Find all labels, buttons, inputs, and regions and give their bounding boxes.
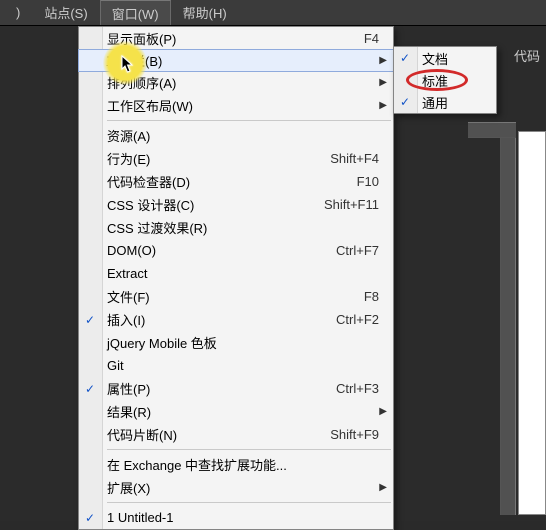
submenu-item-common[interactable]: ✓ 通用 <box>394 91 496 113</box>
menu-item-doc-1[interactable]: ✓ 1 Untitled-1 <box>79 506 393 529</box>
submenu-arrow-icon: ▶ <box>379 482 387 493</box>
shortcut: F4 <box>364 31 379 46</box>
shortcut: Shift+F9 <box>330 427 379 442</box>
menu-item-toolbars[interactable]: 工具栏(B) ▶ <box>78 49 394 72</box>
menu-item-dom[interactable]: DOM(O) Ctrl+F7 <box>79 239 393 262</box>
menu-item-git[interactable]: Git <box>79 354 393 377</box>
shortcut: Ctrl+F3 <box>336 381 379 396</box>
menu-item-css-transitions[interactable]: CSS 过渡效果(R) <box>79 216 393 239</box>
menubar-item-help[interactable]: 帮助(H) <box>171 0 239 25</box>
menu-item-jquery-mobile[interactable]: jQuery Mobile 色板 <box>79 331 393 354</box>
menu-item-assets[interactable]: 资源(A) <box>79 124 393 147</box>
shortcut: Shift+F11 <box>324 197 379 212</box>
submenu-item-document[interactable]: ✓ 文档 <box>394 47 496 69</box>
submenu-arrow-icon: ▶ <box>379 406 387 417</box>
menu-separator <box>107 502 391 503</box>
check-icon: ✓ <box>400 95 410 109</box>
shortcut: Shift+F4 <box>330 151 379 166</box>
menubar-item-window[interactable]: 窗口(W) <box>100 0 171 25</box>
document-canvas[interactable] <box>518 131 546 515</box>
menu-separator <box>107 449 391 450</box>
menu-separator <box>107 120 391 121</box>
menu-item-behaviors[interactable]: 行为(E) Shift+F4 <box>79 147 393 170</box>
ruler-vertical <box>500 138 516 515</box>
menu-item-insert[interactable]: ✓ 插入(I) Ctrl+F2 <box>79 308 393 331</box>
menubar-item-site[interactable]: 站点(S) <box>32 0 99 25</box>
menu-item-arrange[interactable]: 排列顺序(A) ▶ <box>79 71 393 94</box>
submenu-arrow-icon: ▶ <box>379 100 387 111</box>
shortcut: Ctrl+F7 <box>336 243 379 258</box>
ruler-horizontal <box>468 122 516 138</box>
menu-item-code-inspector[interactable]: 代码检查器(D) F10 <box>79 170 393 193</box>
toolbars-submenu: ✓ 文档 标准 ✓ 通用 <box>393 46 497 114</box>
check-icon: ✓ <box>85 511 95 525</box>
submenu-item-standard[interactable]: 标准 <box>394 69 496 91</box>
check-icon: ✓ <box>400 51 410 65</box>
menubar: ) 站点(S) 窗口(W) 帮助(H) <box>0 0 546 26</box>
menu-item-results[interactable]: 结果(R) ▶ <box>79 400 393 423</box>
menu-item-show-panels[interactable]: 显示面板(P) F4 <box>79 27 393 50</box>
shortcut: Ctrl+F2 <box>336 312 379 327</box>
submenu-arrow-icon: ▶ <box>379 55 387 66</box>
panel-tab-label[interactable]: 代码 <box>514 46 540 65</box>
menu-item-exchange[interactable]: 在 Exchange 中查找扩展功能... <box>79 453 393 476</box>
menu-item-properties[interactable]: ✓ 属性(P) Ctrl+F3 <box>79 377 393 400</box>
menubar-item-partial[interactable]: ) <box>4 0 32 25</box>
menu-item-extract[interactable]: Extract <box>79 262 393 285</box>
menu-item-snippets[interactable]: 代码片断(N) Shift+F9 <box>79 423 393 446</box>
menu-item-workspace-layout[interactable]: 工作区布局(W) ▶ <box>79 94 393 117</box>
menu-item-css-designer[interactable]: CSS 设计器(C) Shift+F11 <box>79 193 393 216</box>
shortcut: F8 <box>364 289 379 304</box>
check-icon: ✓ <box>85 313 95 327</box>
menu-item-extensions[interactable]: 扩展(X) ▶ <box>79 476 393 499</box>
check-icon: ✓ <box>85 382 95 396</box>
submenu-arrow-icon: ▶ <box>379 77 387 88</box>
window-menu: 显示面板(P) F4 工具栏(B) ▶ 排列顺序(A) ▶ 工作区布局(W) ▶… <box>78 26 394 530</box>
shortcut: F10 <box>357 174 379 189</box>
menu-item-files[interactable]: 文件(F) F8 <box>79 285 393 308</box>
